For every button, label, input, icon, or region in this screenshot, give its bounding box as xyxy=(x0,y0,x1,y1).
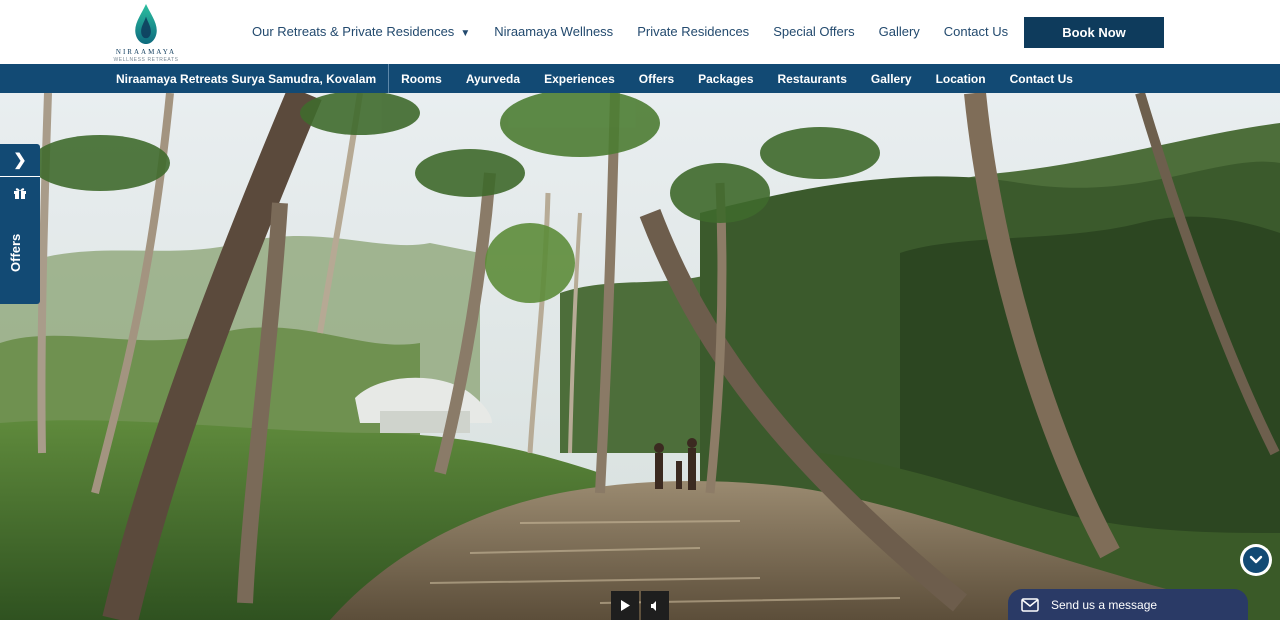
brand-tagline: WELLNESS RETREATS xyxy=(113,57,179,63)
chevron-down-icon xyxy=(1243,547,1269,573)
gift-icon xyxy=(0,186,40,206)
mail-icon xyxy=(1021,597,1039,612)
subnav-item-offers[interactable]: Offers xyxy=(639,72,674,86)
brand-logo[interactable]: NIRAAMAYA WELLNESS RETREATS xyxy=(113,3,179,63)
chat-label: Send us a message xyxy=(1051,597,1158,612)
drop-logo-icon xyxy=(135,3,157,45)
nav-item-label: Our Retreats & Private Residences xyxy=(252,23,455,39)
subnav-item-rooms[interactable]: Rooms xyxy=(401,72,442,86)
chat-widget[interactable]: Send us a message xyxy=(1008,589,1248,620)
brand-name: NIRAAMAYA xyxy=(115,48,177,56)
main-nav: Our Retreats & Private Residences ▼ Niraa… xyxy=(252,22,1044,40)
subnav-item-experiences[interactable]: Experiences xyxy=(544,72,615,86)
subnav-item-location[interactable]: Location xyxy=(936,72,986,86)
play-icon xyxy=(621,600,630,611)
mute-button[interactable] xyxy=(641,591,669,620)
subnav-item-restaurants[interactable]: Restaurants xyxy=(778,72,847,86)
nav-item-private-residences[interactable]: Private Residences xyxy=(637,24,749,39)
subnav-item-packages[interactable]: Packages xyxy=(698,72,753,86)
nav-item-gallery[interactable]: Gallery xyxy=(879,24,920,39)
book-now-button[interactable]: Book Now xyxy=(1024,17,1164,48)
offers-tab-label: Offers xyxy=(8,233,23,272)
mute-icon xyxy=(651,600,656,611)
subnav-item-contact[interactable]: Contact Us xyxy=(1010,72,1073,86)
nav-item-wellness[interactable]: Niraamaya Wellness xyxy=(494,24,613,39)
site-header: NIRAAMAYA WELLNESS RETREATS Our Retreats… xyxy=(0,0,1280,64)
subnav-item-gallery[interactable]: Gallery xyxy=(871,72,912,86)
subnav-items: Rooms Ayurveda Experiences Offers Packag… xyxy=(401,72,1073,86)
chevron-right-icon[interactable]: ❯ xyxy=(0,144,40,177)
chevron-down-icon: ▼ xyxy=(460,27,471,39)
offers-side-tab[interactable]: ❯ Offers xyxy=(0,144,40,304)
backwater-scene-image xyxy=(0,93,1280,620)
property-title[interactable]: Niraamaya Retreats Surya Samudra, Kovala… xyxy=(116,64,390,93)
nav-item-special-offers[interactable]: Special Offers xyxy=(773,24,854,39)
play-button[interactable] xyxy=(611,591,639,620)
subnav-item-ayurveda[interactable]: Ayurveda xyxy=(466,72,520,86)
video-controls xyxy=(611,591,669,620)
nav-item-contact[interactable]: Contact Us xyxy=(944,24,1008,39)
hero-video[interactable] xyxy=(0,93,1280,620)
property-subnav: Niraamaya Retreats Surya Samudra, Kovala… xyxy=(0,64,1280,93)
nav-item-retreats[interactable]: Our Retreats & Private Residences ▼ xyxy=(252,24,470,39)
scroll-down-button[interactable] xyxy=(1240,544,1272,576)
